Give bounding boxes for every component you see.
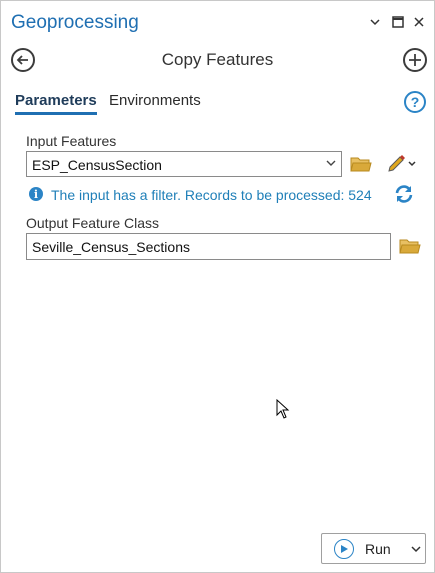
output-feature-class-input[interactable]: Seville_Census_Sections	[26, 233, 391, 260]
maximize-icon[interactable]	[390, 14, 406, 30]
chevron-down-icon[interactable]	[411, 544, 421, 554]
help-icon[interactable]: ?	[404, 91, 426, 113]
pane-title: Geoprocessing	[11, 12, 139, 33]
tool-title: Copy Features	[161, 50, 274, 69]
filter-message: The input has a filter. Records to be pr…	[51, 187, 372, 203]
tab-environments[interactable]: Environments	[109, 92, 201, 109]
close-icon[interactable]	[411, 14, 427, 30]
folder-icon[interactable]	[399, 237, 421, 255]
geoprocessing-pane: Geoprocessing Copy Features Parameters E…	[0, 0, 435, 573]
chevron-down-icon[interactable]	[367, 14, 383, 30]
output-feature-class-label: Output Feature Class	[26, 215, 160, 231]
chevron-down-icon[interactable]	[325, 157, 337, 169]
run-button[interactable]: Run	[321, 533, 426, 564]
input-features-combobox[interactable]: ESP_CensusSection	[26, 151, 342, 177]
tab-parameters[interactable]: Parameters	[15, 92, 97, 115]
play-icon	[334, 539, 354, 559]
input-features-value: ESP_CensusSection	[32, 157, 162, 173]
input-features-label: Input Features	[26, 133, 117, 149]
add-icon	[409, 54, 421, 66]
info-icon: i	[29, 187, 43, 201]
mouse-cursor-icon	[276, 399, 290, 419]
pencil-icon[interactable]	[385, 153, 419, 175]
add-button[interactable]	[403, 48, 427, 72]
refresh-icon[interactable]	[393, 183, 415, 205]
title-bar: Geoprocessing	[1, 1, 434, 43]
output-feature-class-value: Seville_Census_Sections	[32, 239, 190, 255]
folder-icon[interactable]	[350, 155, 372, 173]
run-label: Run	[365, 541, 391, 557]
